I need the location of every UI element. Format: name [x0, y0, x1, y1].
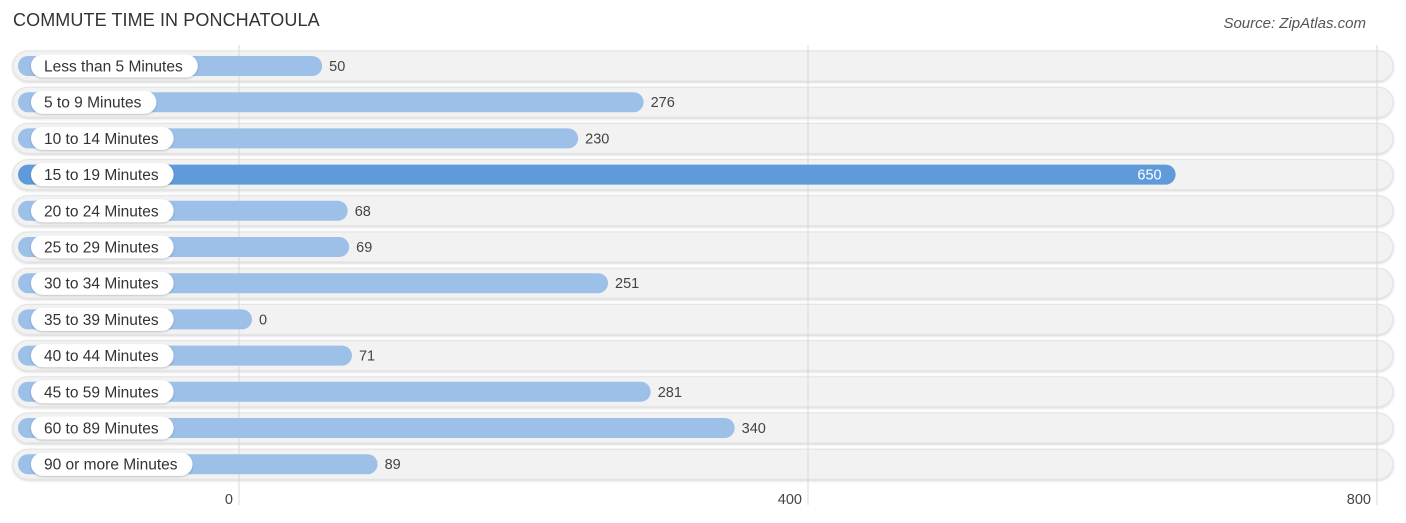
category-label: 30 to 34 Minutes	[44, 276, 159, 293]
category-label: 40 to 44 Minutes	[44, 348, 159, 365]
x-tick-label: 800	[1347, 492, 1371, 508]
category-label: 5 to 9 Minutes	[44, 95, 142, 112]
x-tick-label: 0	[225, 492, 233, 508]
value-label: 69	[356, 240, 372, 256]
value-labels: 50 276 230 650 68 69 251 0 71 281 340 89	[259, 59, 1162, 473]
value-label: 230	[585, 131, 609, 147]
category-label: 60 to 89 Minutes	[44, 421, 159, 438]
bars	[18, 56, 1176, 475]
x-tick-label: 400	[778, 492, 802, 508]
value-label: 281	[658, 385, 682, 401]
value-label: 650	[1137, 168, 1161, 184]
category-label: 25 to 29 Minutes	[44, 240, 159, 257]
value-label: 340	[742, 421, 766, 437]
value-label: 68	[355, 204, 371, 220]
value-label: 251	[615, 276, 639, 292]
category-label: 15 to 19 Minutes	[44, 167, 159, 184]
value-label: 71	[359, 349, 375, 365]
x-axis-ticks: 0 400 800	[225, 492, 1371, 508]
value-label: 276	[651, 95, 675, 111]
category-label: 45 to 59 Minutes	[44, 384, 159, 401]
value-label: 50	[329, 59, 345, 75]
category-label: 35 to 39 Minutes	[44, 312, 159, 329]
bar-tracks	[12, 50, 1394, 480]
value-label: 0	[259, 312, 267, 328]
category-label: 90 or more Minutes	[44, 457, 178, 474]
bar	[18, 164, 1176, 185]
category-label: 20 to 24 Minutes	[44, 203, 159, 220]
category-label: 10 to 14 Minutes	[44, 131, 159, 148]
value-label: 89	[385, 457, 401, 473]
bar-chart: Less than 5 Minutes 5 to 9 Minutes 10 to 1…	[12, 45, 1394, 508]
category-label: Less than 5 Minutes	[44, 59, 183, 76]
